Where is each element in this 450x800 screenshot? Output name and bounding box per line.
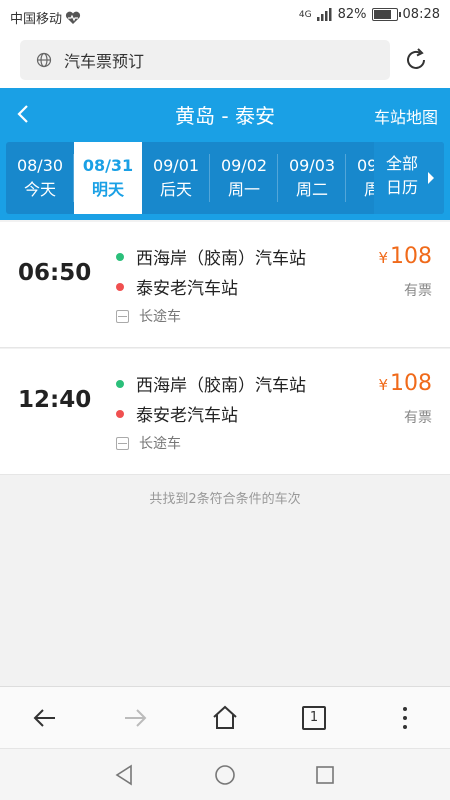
url-text: 汽车票预订 xyxy=(64,52,145,71)
trip-row[interactable]: 06:50 西海岸（胶南）汽车站 泰安老汽车站 长途车 ¥108 有票 xyxy=(0,222,450,348)
system-back-icon[interactable] xyxy=(113,763,137,787)
destination-dot-icon xyxy=(116,282,124,291)
full-calendar-button[interactable]: 全部 日历 xyxy=(374,142,444,214)
browser-url-bar: 汽车票预订 xyxy=(0,32,450,88)
refresh-icon[interactable] xyxy=(402,46,430,74)
date-tab[interactable]: 09/03 周二 xyxy=(278,142,346,214)
route-header: 黄岛 - 泰安 车站地图 08/30 今天 08/31 明天 09/01 后天 09/… xyxy=(0,88,450,220)
trip-row[interactable]: 12:40 西海岸（胶南）汽车站 泰安老汽车站 长途车 ¥108 有票 xyxy=(0,349,450,475)
date-tab[interactable]: 09/01 后天 xyxy=(142,142,210,214)
status-bar: 中国移动 4G 82% 08:28 xyxy=(0,0,450,32)
carrier-info: 中国移动 xyxy=(10,8,81,27)
bus-icon xyxy=(116,436,129,450)
departure-time: 06:50 xyxy=(18,260,92,286)
bus-type: 长途车 xyxy=(116,306,181,326)
date-tab[interactable]: 08/30 今天 xyxy=(6,142,74,214)
arrow-right-icon[interactable] xyxy=(120,703,150,733)
system-navigation-bar xyxy=(0,748,450,800)
recent-apps-icon[interactable] xyxy=(313,763,337,787)
chevron-right-icon xyxy=(428,172,434,184)
tabs-button[interactable]: 1 xyxy=(302,706,326,730)
globe-icon xyxy=(36,52,52,68)
date-tab[interactable]: 08/31 明天 xyxy=(74,142,142,214)
origin-dot-icon xyxy=(116,252,124,261)
arrow-left-icon[interactable] xyxy=(30,703,60,733)
more-menu-icon[interactable] xyxy=(390,703,420,733)
to-station: 泰安老汽车站 xyxy=(116,401,238,426)
ticket-price: ¥108 xyxy=(378,371,432,396)
station-map-link[interactable]: 车站地图 xyxy=(374,104,438,128)
destination-dot-icon xyxy=(116,409,124,418)
browser-toolbar: 1 xyxy=(0,686,450,748)
system-home-icon[interactable] xyxy=(213,763,237,787)
origin-dot-icon xyxy=(116,379,124,388)
battery-icon xyxy=(371,8,401,21)
network-label: 4G xyxy=(298,9,312,20)
carrier-name: 中国移动 xyxy=(10,12,63,27)
date-tab[interactable]: 09/02 周一 xyxy=(210,142,278,214)
availability: 有票 xyxy=(404,410,432,426)
signal-icon xyxy=(316,8,332,21)
bus-icon xyxy=(116,309,129,323)
home-icon[interactable] xyxy=(210,703,240,733)
to-station: 泰安老汽车站 xyxy=(116,274,238,299)
departure-time: 12:40 xyxy=(18,387,92,413)
bus-type: 长途车 xyxy=(116,433,181,453)
heart-health-icon xyxy=(65,11,81,24)
availability: 有票 xyxy=(404,283,432,299)
from-station: 西海岸（胶南）汽车站 xyxy=(116,371,306,396)
result-summary: 共找到2条符合条件的车次 xyxy=(149,492,301,507)
status-right: 4G 82% 08:28 xyxy=(299,7,440,22)
ticket-price: ¥108 xyxy=(378,244,432,269)
battery-percent: 82% xyxy=(337,7,367,22)
clock: 08:28 xyxy=(402,7,440,22)
from-station: 西海岸（胶南）汽车站 xyxy=(116,244,306,269)
date-selector: 08/30 今天 08/31 明天 09/01 后天 09/02 周一 09/03 周二 … xyxy=(6,142,444,214)
url-input[interactable]: 汽车票预订 xyxy=(20,40,390,80)
